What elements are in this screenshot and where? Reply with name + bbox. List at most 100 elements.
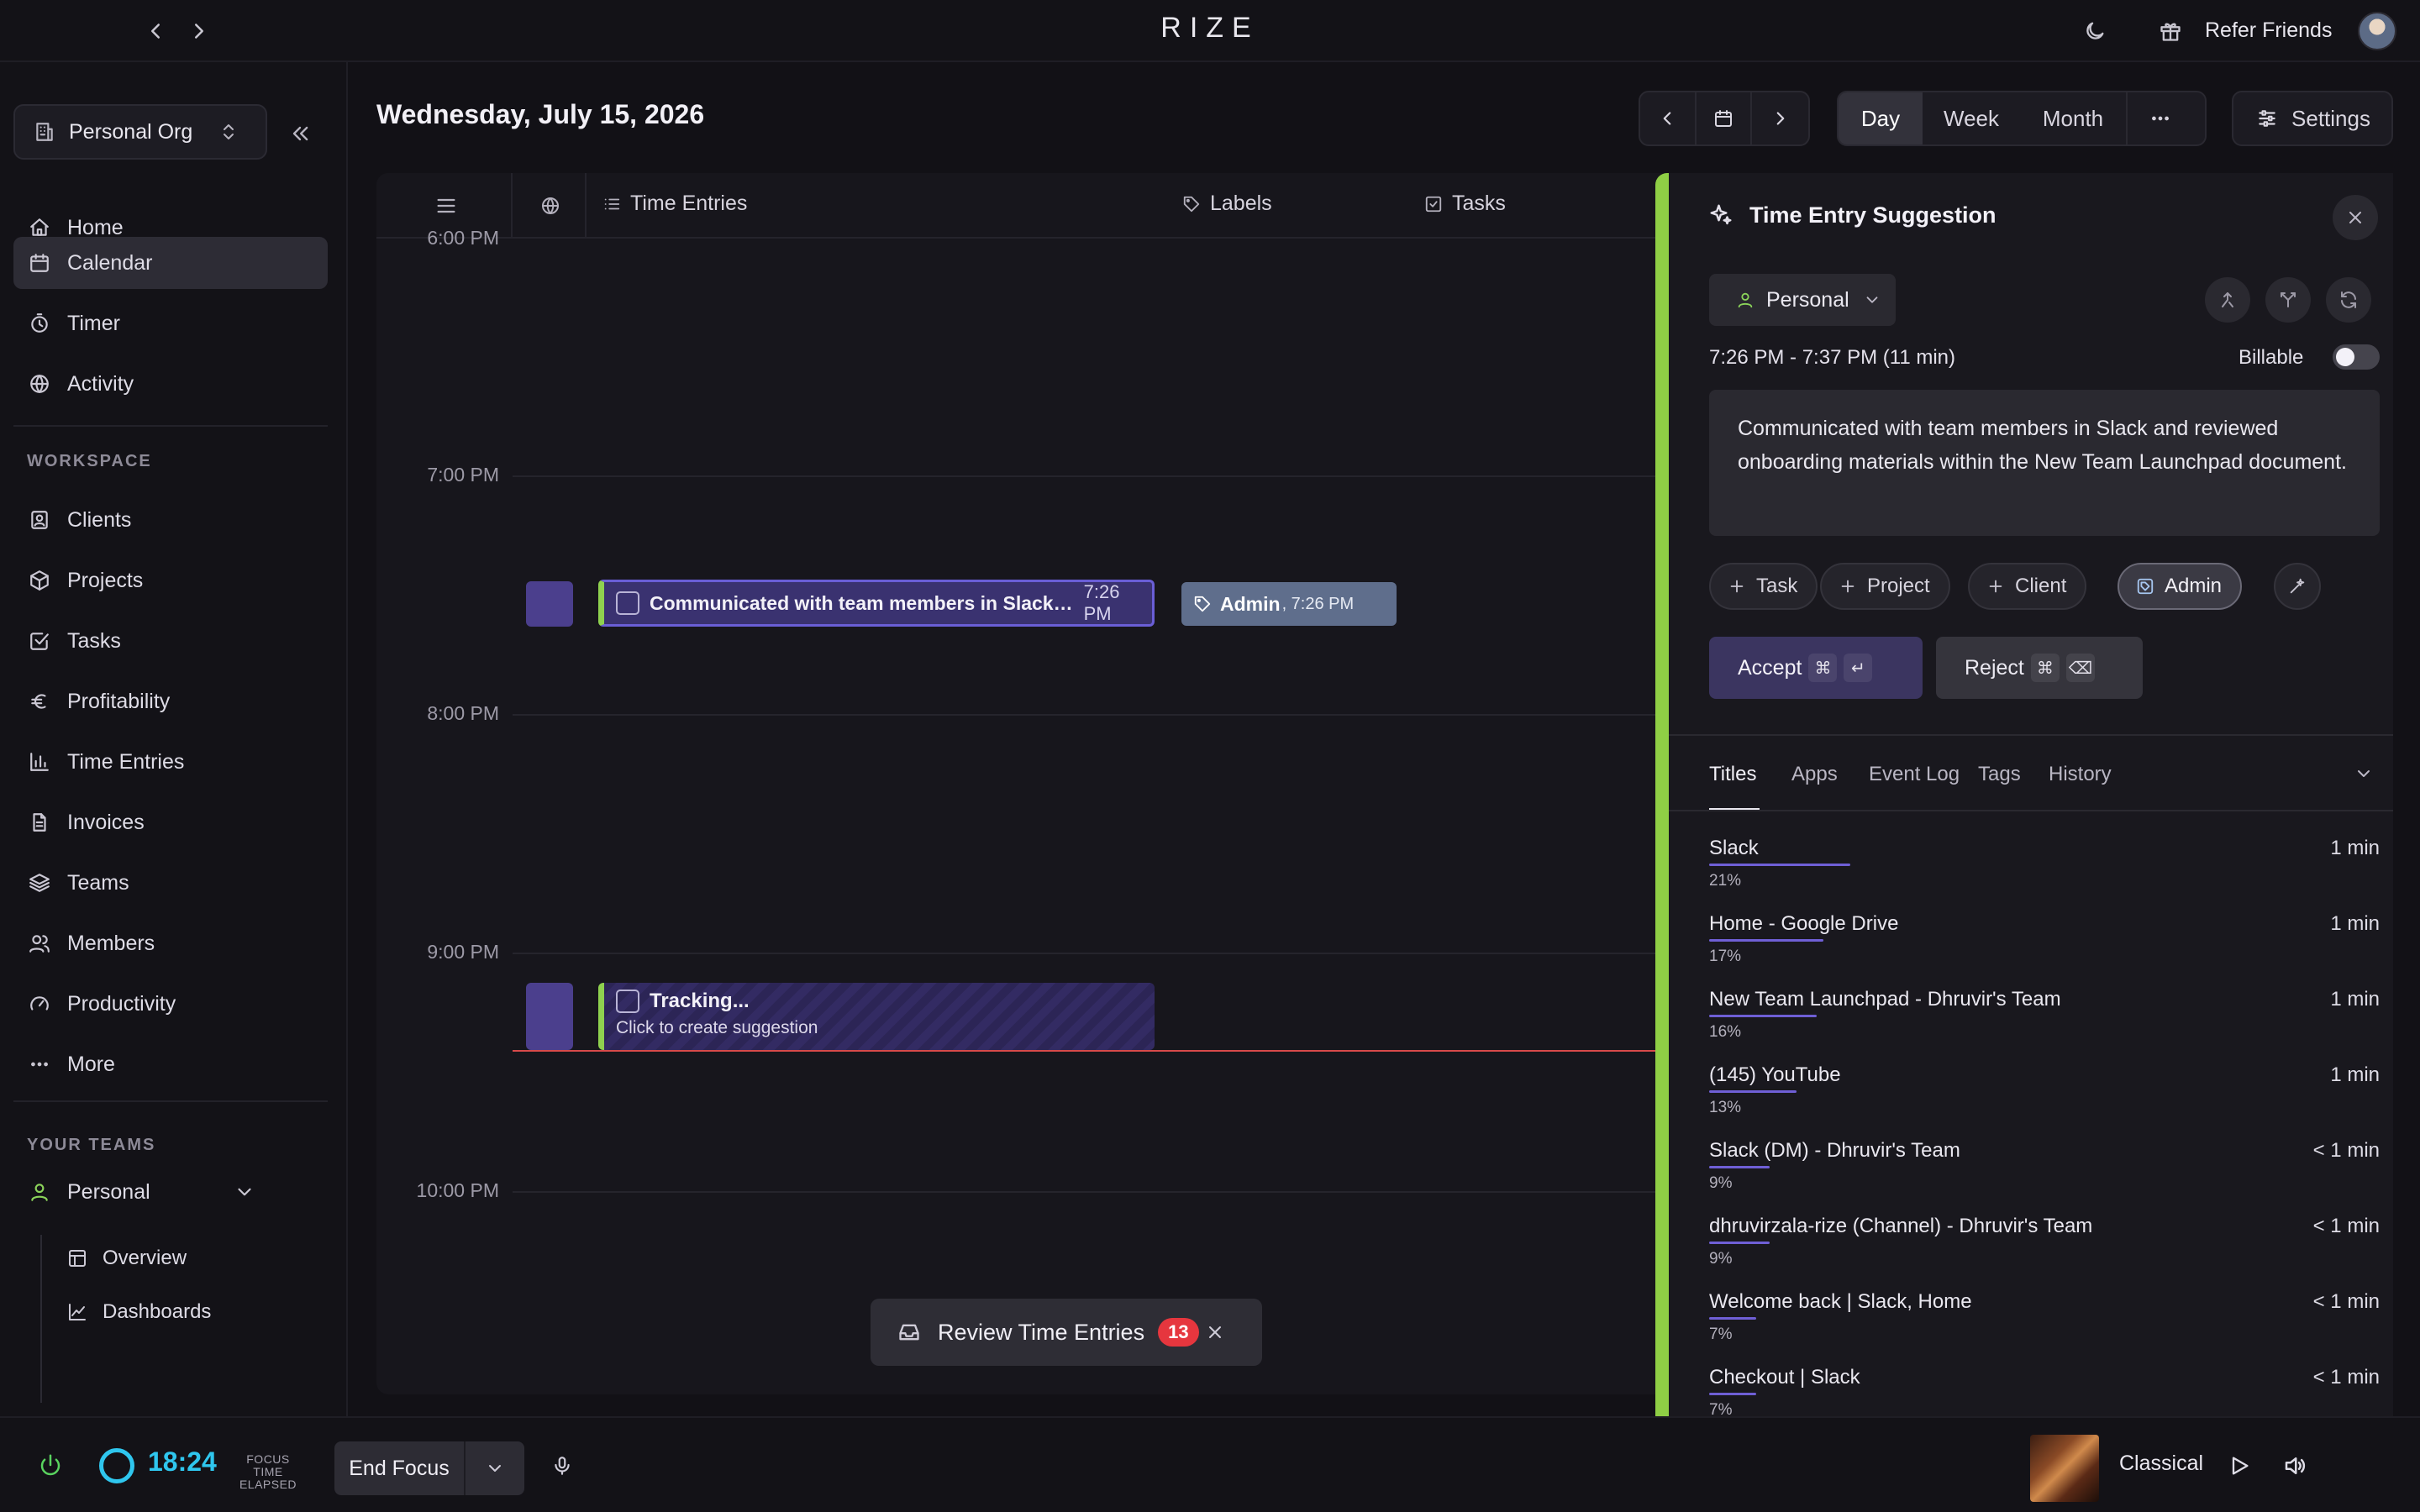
chevron-left-icon	[1655, 106, 1680, 131]
chip-label: Task	[1756, 575, 1798, 597]
window-title-row[interactable]: Slack (DM) - Dhruvir's Team 9% < 1 min	[1709, 1139, 2380, 1215]
user-avatar[interactable]	[2358, 12, 2396, 50]
your-teams-section-label: YOUR TEAMS	[27, 1136, 156, 1154]
checkbox-icon	[1423, 194, 1444, 214]
tab-history[interactable]: History	[2049, 763, 2112, 786]
window-title-row[interactable]: New Team Launchpad - Dhruvir's Team 16% 1 …	[1709, 988, 2380, 1063]
column-time-entries-label: Time Entries	[630, 192, 748, 215]
tracking-block[interactable]: Tracking... Click to create suggestion	[598, 983, 1155, 1050]
chevron-down-icon[interactable]	[466, 1456, 524, 1481]
gift-icon[interactable]	[2156, 17, 2185, 45]
power-icon[interactable]	[37, 1452, 64, 1478]
forward-arrow-icon[interactable]	[185, 17, 213, 45]
back-arrow-icon[interactable]	[141, 17, 170, 45]
suggestion-description[interactable]: Communicated with team members in Slack …	[1709, 390, 2380, 536]
label-chip-admin[interactable]: Admin	[2118, 563, 2243, 610]
billable-toggle[interactable]	[2333, 344, 2380, 370]
globe-icon[interactable]	[538, 193, 563, 218]
window-title-row[interactable]: Welcome back | Slack, Home 7% < 1 min	[1709, 1290, 2380, 1366]
nav-item-time-entries[interactable]: Time Entries	[13, 736, 328, 788]
menu-icon[interactable]	[434, 193, 459, 218]
nav-item-calendar[interactable]: Calendar	[13, 237, 328, 289]
tab-tags[interactable]: Tags	[1978, 763, 2021, 786]
ai-suggest-chip[interactable]	[2274, 563, 2321, 610]
add-project-chip[interactable]: Project	[1820, 563, 1950, 610]
microphone-icon[interactable]	[550, 1453, 575, 1478]
split-button[interactable]	[2265, 277, 2311, 323]
nav-item-projects[interactable]: Projects	[13, 554, 328, 606]
view-week-button[interactable]: Week	[1923, 92, 2020, 144]
sparkle-icon	[1707, 202, 1734, 228]
nav-item-label: Clients	[67, 507, 132, 532]
dark-mode-moon-icon[interactable]	[2081, 17, 2109, 45]
add-task-chip[interactable]: Task	[1709, 563, 1818, 610]
scope-dropdown[interactable]: Personal	[1709, 274, 1896, 326]
date-picker-button[interactable]	[1697, 92, 1753, 144]
regenerate-button[interactable]	[2326, 277, 2371, 323]
hour-gridline	[513, 475, 1670, 477]
window-title-share-bar	[1709, 1015, 1817, 1017]
activity-block[interactable]	[526, 581, 573, 627]
time-entry-suggestion-block[interactable]: Communicated with team members in Slack …	[598, 580, 1155, 627]
entry-checkbox[interactable]	[616, 591, 639, 615]
team-personal[interactable]: Personal	[13, 1166, 328, 1218]
enter-key-icon: ↵	[1844, 654, 1873, 682]
tab-titles[interactable]: Titles	[1709, 763, 1756, 786]
window-title-row[interactable]: dhruvirzala-rize (Channel) - Dhruvir's T…	[1709, 1215, 2380, 1290]
nav-item-members[interactable]: Members	[13, 917, 328, 969]
nav-item-more[interactable]: More	[13, 1038, 328, 1090]
settings-button[interactable]: Settings	[2232, 91, 2393, 146]
cube-icon	[27, 568, 52, 593]
current-time-indicator	[513, 1050, 1670, 1052]
entry-checkbox[interactable]	[616, 990, 639, 1013]
nav-item-timer[interactable]: Timer	[13, 297, 328, 349]
play-icon[interactable]	[2225, 1452, 2254, 1480]
team-sub-item-overview[interactable]: Overview	[52, 1235, 187, 1282]
add-client-chip[interactable]: Client	[1968, 563, 2087, 610]
backspace-key-icon: ⌫	[2065, 654, 2095, 682]
hour-gridline	[513, 1191, 1670, 1193]
label-block-admin[interactable]: Admin , 7:26 PM	[1181, 582, 1397, 626]
activity-block[interactable]	[526, 983, 573, 1050]
org-switcher[interactable]: Personal Org	[13, 104, 267, 160]
nav-item-profitability[interactable]: Profitability	[13, 675, 328, 727]
column-labels[interactable]: Labels	[1181, 192, 1272, 216]
reject-button[interactable]: Reject ⌘ ⌫	[1936, 637, 2143, 699]
tab-event-log[interactable]: Event Log	[1869, 763, 1960, 786]
window-title-share-bar	[1709, 1317, 1756, 1320]
window-title-name: Checkout | Slack	[1709, 1366, 1860, 1389]
close-icon[interactable]	[1203, 1320, 1227, 1344]
end-focus-button[interactable]: End Focus	[334, 1441, 524, 1495]
previous-day-button[interactable]	[1640, 92, 1697, 144]
nav-item-invoices[interactable]: Invoices	[13, 796, 328, 848]
accept-button[interactable]: Accept ⌘ ↵	[1709, 637, 1923, 699]
refer-friends-link[interactable]: Refer Friends	[2205, 18, 2332, 43]
column-time-entries[interactable]: Time Entries	[602, 192, 747, 216]
merge-button[interactable]	[2205, 277, 2250, 323]
chevron-down-icon[interactable]	[232, 1179, 257, 1205]
window-title-duration: 1 min	[2330, 988, 2380, 1011]
tab-apps[interactable]: Apps	[1791, 763, 1838, 786]
volume-icon[interactable]	[2281, 1452, 2309, 1480]
close-panel-button[interactable]	[2333, 195, 2378, 240]
more-views-button[interactable]	[2126, 92, 2193, 144]
nav-item-tasks[interactable]: Tasks	[13, 615, 328, 667]
window-title-row[interactable]: (145) YouTube 13% 1 min	[1709, 1063, 2380, 1139]
view-month-button[interactable]: Month	[2020, 92, 2126, 144]
next-day-button[interactable]	[1752, 92, 1808, 144]
chevron-down-icon[interactable]	[2351, 761, 2376, 786]
label-name: Admin	[1220, 592, 1281, 615]
window-title-name: Slack	[1709, 837, 1759, 859]
nav-item-productivity[interactable]: Productivity	[13, 978, 328, 1030]
column-tasks[interactable]: Tasks	[1423, 192, 1506, 216]
window-title-row[interactable]: Home - Google Drive 17% 1 min	[1709, 912, 2380, 988]
review-time-entries-toast[interactable]: Review Time Entries 13	[871, 1299, 1262, 1366]
nav-item-clients[interactable]: Clients	[13, 494, 328, 546]
nav-item-teams[interactable]: Teams	[13, 857, 328, 909]
team-sub-item-dashboards[interactable]: Dashboards	[52, 1289, 211, 1336]
window-title-share-bar	[1709, 864, 1850, 866]
view-day-button[interactable]: Day	[1839, 92, 1923, 144]
window-title-row[interactable]: Slack 21% 1 min	[1709, 837, 2380, 912]
nav-item-activity[interactable]: Activity	[13, 358, 328, 410]
collapse-sidebar-icon[interactable]	[286, 119, 314, 148]
